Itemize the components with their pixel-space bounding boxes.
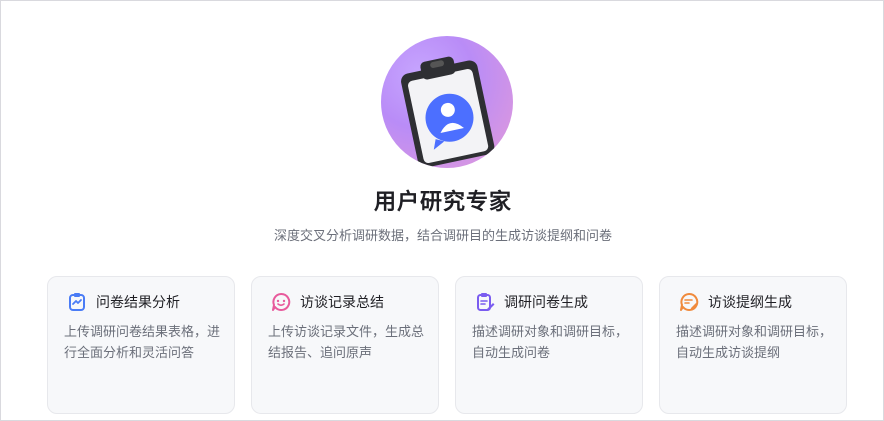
card-title: 访谈提纲生成	[708, 295, 792, 311]
card-title: 调研问卷生成	[504, 295, 588, 311]
card-title: 问卷结果分析	[96, 295, 180, 311]
card-header: 调研问卷生成	[474, 290, 588, 314]
card-description: 描述调研对象和调研目标，自动生成访谈提纲	[676, 325, 833, 361]
app-window: 用户研究专家 深度交叉分析调研数据，结合调研目的生成访谈提纲和问卷 问卷结果分析…	[0, 0, 884, 421]
card-outline-generation[interactable]: 访谈提纲生成 描述调研对象和调研目标，自动生成访谈提纲	[659, 276, 847, 414]
hero-illustration	[381, 36, 513, 168]
page-subtitle: 深度交叉分析调研数据，结合调研目的生成访谈提纲和问卷	[273, 229, 612, 244]
card-survey-analysis[interactable]: 问卷结果分析 上传调研问卷结果表格，进行全面分析和灵活问答	[47, 276, 235, 414]
doc-edit-icon	[474, 291, 496, 313]
card-description: 描述调研对象和调研目标，自动生成问卷	[472, 325, 629, 361]
chat-edit-icon	[678, 291, 700, 313]
clipboard-user-icon	[401, 56, 495, 168]
chat-bubble-icon	[270, 291, 292, 313]
card-header: 访谈提纲生成	[678, 290, 792, 314]
card-description: 上传访谈记录文件，生成总结报告、追问原声	[268, 325, 425, 361]
survey-chart-icon	[66, 291, 88, 313]
card-title: 访谈记录总结	[300, 295, 384, 311]
page-title: 用户研究专家	[373, 190, 512, 215]
card-survey-generation[interactable]: 调研问卷生成 描述调研对象和调研目标，自动生成问卷	[455, 276, 643, 414]
card-header: 访谈记录总结	[270, 290, 384, 314]
card-interview-summary[interactable]: 访谈记录总结 上传访谈记录文件，生成总结报告、追问原声	[251, 276, 439, 414]
card-header: 问卷结果分析	[66, 290, 180, 314]
card-description: 上传调研问卷结果表格，进行全面分析和灵活问答	[64, 325, 221, 361]
